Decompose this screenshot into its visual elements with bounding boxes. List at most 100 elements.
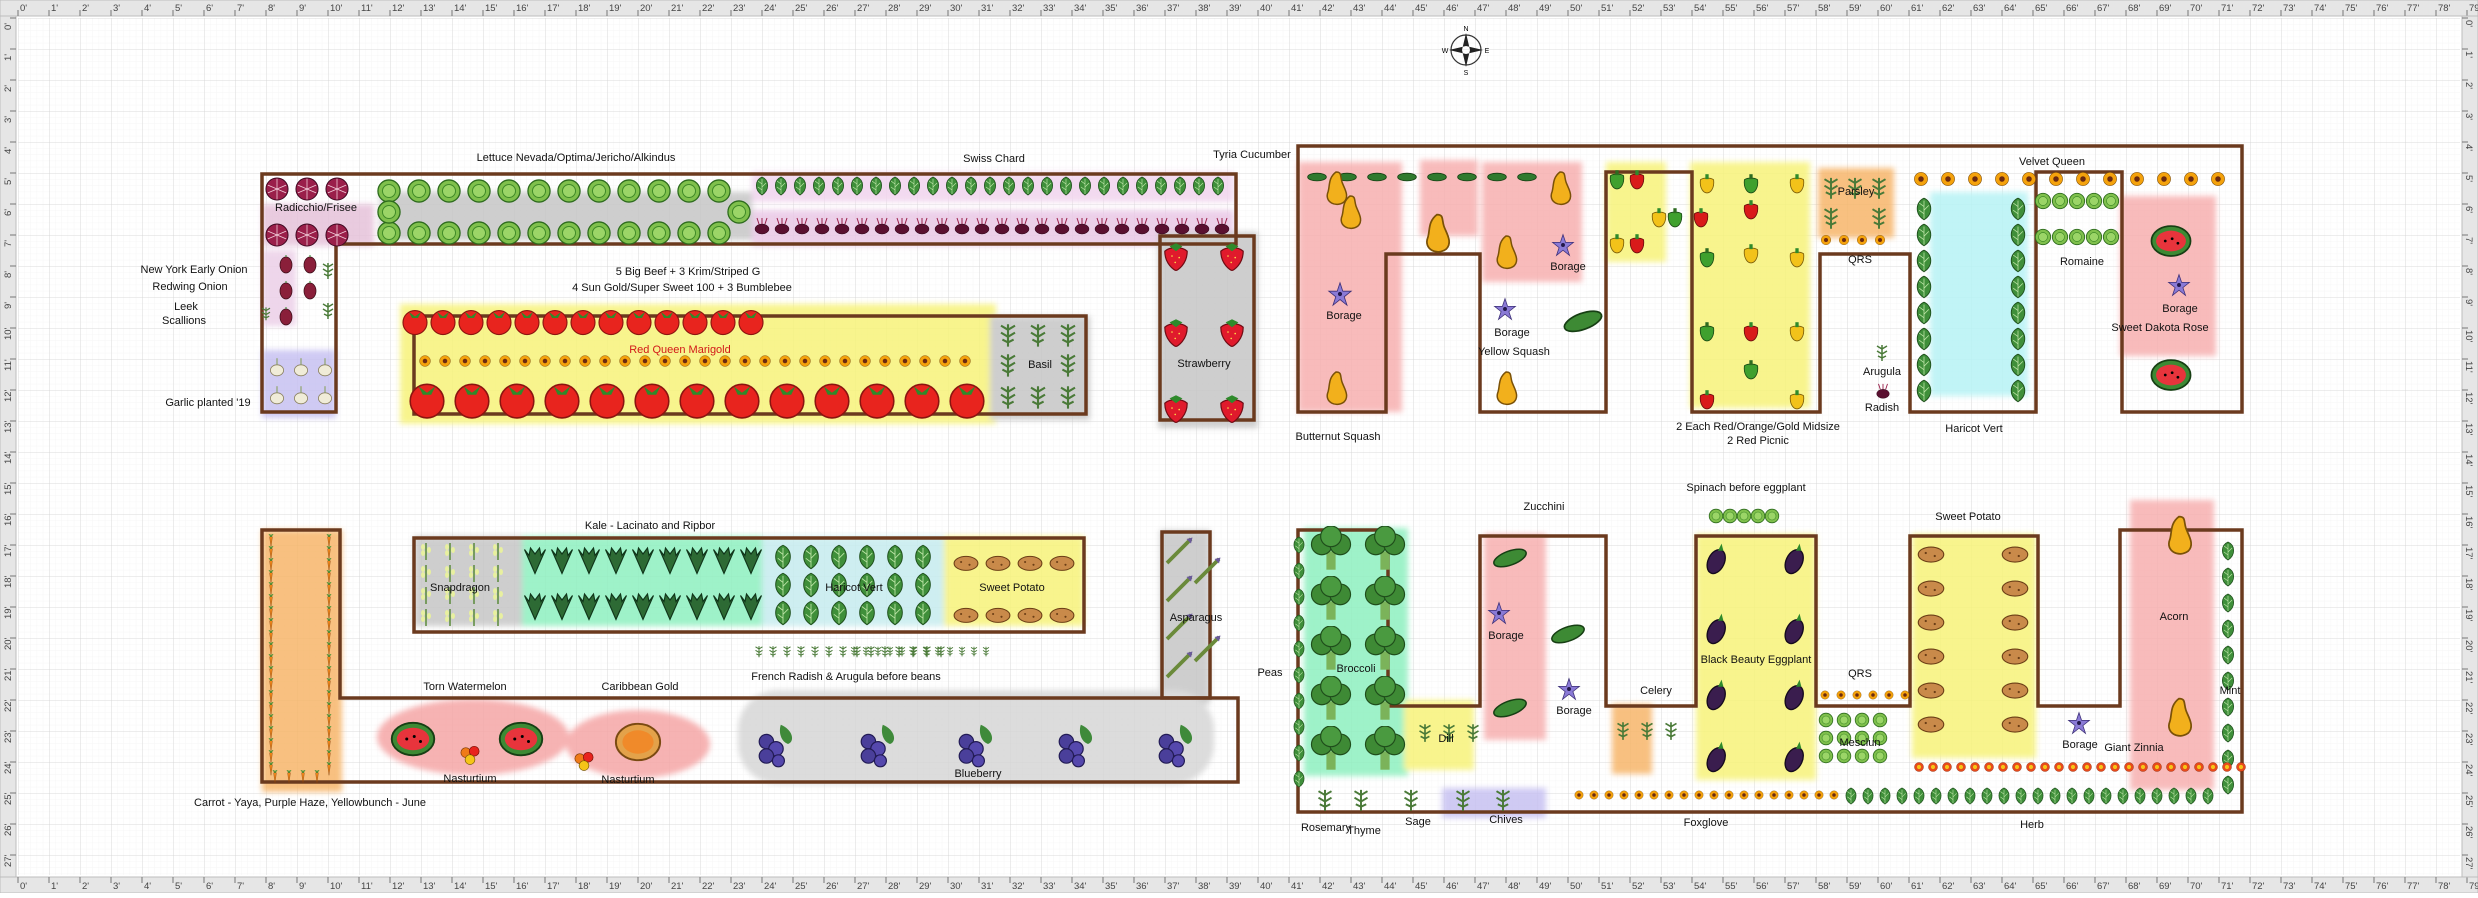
ruler-bottom-label: 60' [1880,881,1893,892]
ruler-right-label: 9' [2463,299,2474,306]
qrs-flower [1820,690,1830,700]
ruler-bottom-label: 5' [175,881,182,892]
ruler-bottom-label: 66' [2066,881,2079,892]
ruler-bottom-label: 73' [2283,881,2296,892]
ruler-bottom-label: 0' [20,881,27,892]
ruler-bottom-label: 58' [1818,881,1831,892]
qrs-flower [1874,234,1886,246]
ruler-bottom-label: 10' [330,881,343,892]
marigold-flower [539,355,551,367]
ruler-top-label: 30' [950,3,963,14]
label-sweet-potato-right: Sweet Potato [1935,511,2000,523]
label-carrot: Carrot - Yaya, Purple Haze, Yellowbunch … [194,797,426,809]
foxglove-flower [1724,790,1734,800]
ruler-top-label: 71' [2221,3,2234,14]
ruler-bottom-label: 74' [2314,881,2327,892]
tomato-plant [409,383,445,419]
tomato-plant [402,309,428,336]
sweet-potato-plant [2001,614,2029,631]
ruler-bottom-label: 26' [826,881,839,892]
ruler-left-label: 21' [3,668,14,681]
spinach-plant [1722,508,1738,524]
romaine-plant [2051,228,2069,246]
ruler-bottom-label: 2' [82,881,89,892]
ruler-top-label: 28' [888,3,901,14]
ruler-top-label: 76' [2376,3,2389,14]
ruler-top-label: 21' [671,3,684,14]
ruler-top-label: 72' [2252,3,2265,14]
label-peppers-line1: 2 Each Red/Orange/Gold Midsize [1676,421,1840,433]
label-nasturtium-1: Nasturtium [443,773,496,785]
sweet-potato-plant [2001,648,2029,665]
label-rosemary: Rosemary [1301,822,1352,834]
zinnia-flower [1998,762,2008,772]
tomato-plant [859,383,895,419]
tomato-plant [589,383,625,419]
ruler-top-label: 62' [1942,3,1955,14]
tomato-plant [710,309,736,336]
ruler-right-label: 11' [2463,361,2474,373]
label-radicchio: Radicchio/Frisee [275,202,357,214]
ruler-right-label: 26' [2463,826,2474,839]
zinnia-flower [2236,762,2246,772]
tomato-plant [769,383,805,419]
ruler-left-label: 11' [3,359,14,371]
ruler-right-label: 12' [2463,392,2474,405]
label-herb: Herb [2020,819,2044,831]
ruler-top-label: 69' [2159,3,2172,14]
ruler-left-label: 9' [3,302,14,309]
lettuce-plant [617,221,641,245]
right-ruler: 0' 1' 2' 3' 4' 5' 6' 7' 8' 9' 10' 11' 12' 13' 14' 15' 16… [2461,15,2478,878]
ruler-bottom-label: 4' [144,881,151,892]
ruler-right-label: 15' [2463,485,2474,498]
ruler-bottom-label: 22' [702,881,715,892]
cucumber-plant [1367,172,1387,182]
label-sage: Sage [1405,816,1431,828]
ruler-top-label: 10' [330,3,343,14]
foxglove-flower [1769,790,1779,800]
garden-plan-canvas[interactable]: 0' 1' 2' 3' 4' 5' 6' 7' 8' 9' 10' 11' 12' 13' 14' 15' 16… [0,0,2478,894]
marigold-flower [759,355,771,367]
label-scallions: Scallions [162,315,207,327]
label-foxglove: Foxglove [1684,817,1729,829]
sweet-potato-plant [1049,555,1075,572]
mesclun-plant [1836,748,1852,764]
cucumber-plant [1307,172,1327,182]
ruler-top-label: 51' [1601,3,1614,14]
qrs-flower [1836,690,1846,700]
ruler-bottom-label: 54' [1694,881,1707,892]
ruler-top-label: 9' [299,3,306,14]
ruler-left-label: 16' [3,513,14,526]
tomato-plant [738,309,764,336]
ruler-top-label: 42' [1322,3,1335,14]
compass-w: W [1442,48,1449,55]
marigold-flower [739,355,751,367]
ruler-bottom-label: 52' [1632,881,1645,892]
zinnia-flower [2068,762,2078,772]
velvet-queen-flower [2130,172,2144,186]
marigold-flower [679,355,691,367]
ruler-top-label: 66' [2066,3,2079,14]
ruler-top-label: 5' [175,3,182,14]
ruler-top-label: 16' [516,3,529,14]
ruler-bottom-label: 20' [640,881,653,892]
ruler-bottom-label: 11' [361,881,373,892]
label-thyme: Thyme [1347,825,1381,837]
sweet-potato-plant [1917,546,1945,563]
ruler-bottom-label: 65' [2035,881,2048,892]
sweet-potato-plant [1917,614,1945,631]
ruler-bottom-label: 67' [2097,881,2110,892]
ruler-bottom-label: 29' [919,881,932,892]
ruler-left-label: 10' [3,327,14,340]
ruler-top-label: 7' [237,3,244,14]
label-spinach: Spinach before eggplant [1686,482,1805,494]
foxglove-flower [1589,790,1599,800]
ruler-top-label: 35' [1105,3,1118,14]
ruler-top-label: 17' [547,3,560,14]
ruler-top-label: 79' [2469,3,2478,14]
sweet-potato-plant [985,607,1011,624]
ruler-bottom-label: 62' [1942,881,1955,892]
tomato-plant [654,309,680,336]
velvet-queen-flower [2157,172,2171,186]
ruler-top-label: 54' [1694,3,1707,14]
